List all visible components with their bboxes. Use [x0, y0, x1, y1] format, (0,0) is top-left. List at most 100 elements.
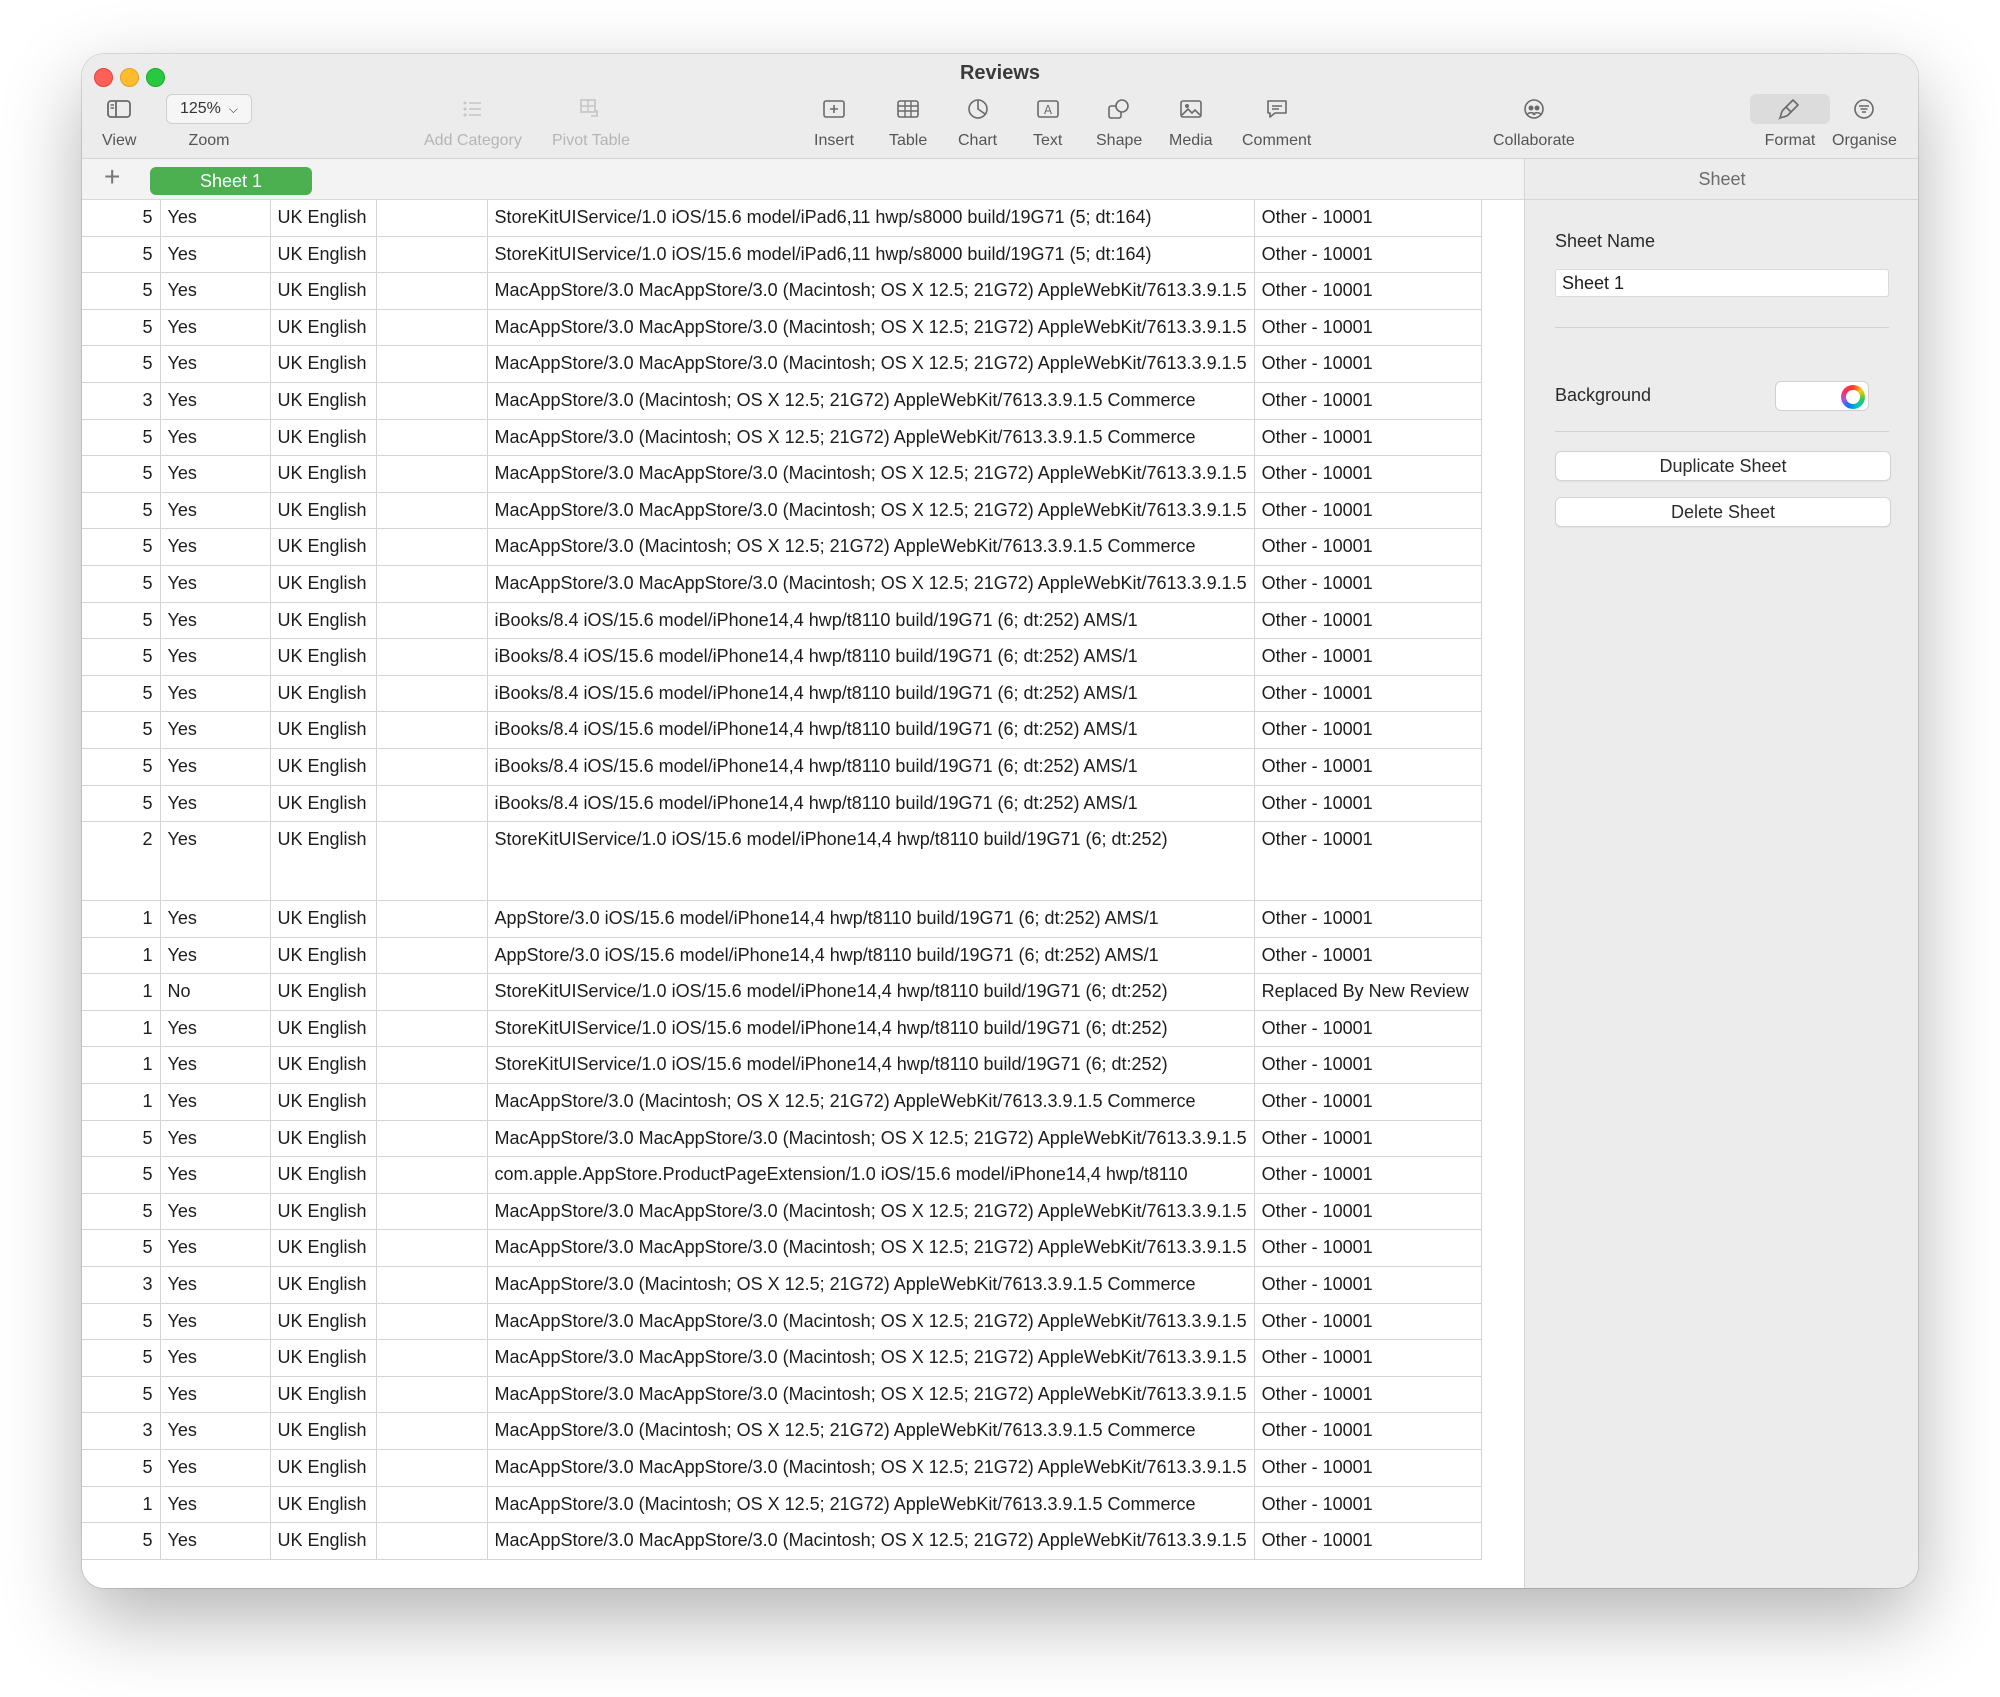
duplicate-sheet-button[interactable]: Duplicate Sheet: [1555, 451, 1891, 481]
cell-language[interactable]: UK English: [270, 602, 377, 640]
cell-rating[interactable]: 5: [82, 675, 161, 713]
cell-empty[interactable]: [376, 1193, 488, 1231]
chart-button[interactable]: Chart: [958, 94, 997, 150]
cell-active[interactable]: Yes: [160, 821, 271, 902]
cell-language[interactable]: UK English: [270, 492, 377, 530]
cell-user-agent[interactable]: MacAppStore/3.0 (Macintosh; OS X 12.5; 2…: [487, 1083, 1255, 1121]
cell-user-agent[interactable]: MacAppStore/3.0 (Macintosh; OS X 12.5; 2…: [487, 382, 1255, 420]
cell-language[interactable]: UK English: [270, 785, 377, 823]
cell-empty[interactable]: [376, 711, 488, 749]
cell-language[interactable]: UK English: [270, 1449, 377, 1487]
cell-status[interactable]: Other - 10001: [1254, 1010, 1482, 1048]
cell-user-agent[interactable]: StoreKitUIService/1.0 iOS/15.6 model/iPh…: [487, 973, 1255, 1011]
cell-rating[interactable]: 3: [82, 382, 161, 420]
cell-active[interactable]: Yes: [160, 309, 271, 347]
cell-rating[interactable]: 5: [82, 455, 161, 493]
add-sheet-button[interactable]: +: [104, 161, 120, 193]
cell-active[interactable]: Yes: [160, 345, 271, 383]
cell-empty[interactable]: [376, 748, 488, 786]
cell-language[interactable]: UK English: [270, 419, 377, 457]
cell-status[interactable]: Other - 10001: [1254, 785, 1482, 823]
text-button[interactable]: A Text: [1033, 94, 1062, 150]
cell-rating[interactable]: 2: [82, 821, 161, 902]
cell-rating[interactable]: 5: [82, 638, 161, 676]
cell-user-agent[interactable]: MacAppStore/3.0 MacAppStore/3.0 (Macinto…: [487, 455, 1255, 493]
cell-user-agent[interactable]: MacAppStore/3.0 (Macintosh; OS X 12.5; 2…: [487, 1412, 1255, 1450]
table-button[interactable]: Table: [889, 94, 927, 150]
cell-status[interactable]: Other - 10001: [1254, 492, 1482, 530]
cell-language[interactable]: UK English: [270, 638, 377, 676]
cell-rating[interactable]: 5: [82, 1229, 161, 1268]
cell-rating[interactable]: 1: [82, 1083, 161, 1121]
cell-empty[interactable]: [376, 1120, 488, 1158]
cell-empty[interactable]: [376, 1266, 488, 1304]
cell-active[interactable]: Yes: [160, 1303, 271, 1341]
cell-rating[interactable]: 5: [82, 785, 161, 823]
cell-rating[interactable]: 1: [82, 973, 161, 1011]
cell-active[interactable]: Yes: [160, 900, 271, 938]
cell-active[interactable]: Yes: [160, 1266, 271, 1304]
cell-empty[interactable]: [376, 382, 488, 420]
cell-user-agent[interactable]: MacAppStore/3.0 MacAppStore/3.0 (Macinto…: [487, 1193, 1255, 1231]
cell-status[interactable]: Other - 10001: [1254, 345, 1482, 383]
cell-active[interactable]: Yes: [160, 638, 271, 676]
cell-language[interactable]: UK English: [270, 711, 377, 749]
cell-language[interactable]: UK English: [270, 748, 377, 786]
cell-empty[interactable]: [376, 821, 488, 902]
cell-status[interactable]: Other - 10001: [1254, 1156, 1482, 1194]
cell-status[interactable]: Other - 10001: [1254, 1449, 1482, 1487]
cell-language[interactable]: UK English: [270, 309, 377, 347]
cell-active[interactable]: Yes: [160, 1083, 271, 1121]
cell-active[interactable]: Yes: [160, 1522, 271, 1560]
cell-status[interactable]: Other - 10001: [1254, 602, 1482, 640]
cell-rating[interactable]: 5: [82, 711, 161, 749]
cell-rating[interactable]: 5: [82, 419, 161, 457]
cell-user-agent[interactable]: iBooks/8.4 iOS/15.6 model/iPhone14,4 hwp…: [487, 638, 1255, 676]
cell-empty[interactable]: [376, 1339, 488, 1377]
cell-status[interactable]: Other - 10001: [1254, 1046, 1482, 1085]
cell-active[interactable]: Yes: [160, 937, 271, 975]
cell-rating[interactable]: 1: [82, 1046, 161, 1085]
cell-status[interactable]: Other - 10001: [1254, 528, 1482, 566]
add-category-button[interactable]: Add Category: [424, 94, 522, 150]
cell-language[interactable]: UK English: [270, 272, 377, 310]
cell-rating[interactable]: 5: [82, 528, 161, 566]
cell-language[interactable]: UK English: [270, 1412, 377, 1450]
cell-rating[interactable]: 5: [82, 1449, 161, 1487]
cell-status[interactable]: Other - 10001: [1254, 937, 1482, 975]
cell-rating[interactable]: 5: [82, 1120, 161, 1158]
cell-empty[interactable]: [376, 973, 488, 1011]
cell-rating[interactable]: 5: [82, 236, 161, 274]
shape-button[interactable]: Shape: [1096, 94, 1142, 150]
cell-rating[interactable]: 1: [82, 900, 161, 938]
cell-active[interactable]: Yes: [160, 419, 271, 457]
cell-status[interactable]: Other - 10001: [1254, 236, 1482, 274]
cell-empty[interactable]: [376, 455, 488, 493]
view-button[interactable]: View: [102, 94, 136, 150]
background-color-well[interactable]: [1775, 381, 1869, 411]
cell-user-agent[interactable]: iBooks/8.4 iOS/15.6 model/iPhone14,4 hwp…: [487, 785, 1255, 823]
cell-user-agent[interactable]: iBooks/8.4 iOS/15.6 model/iPhone14,4 hwp…: [487, 602, 1255, 640]
cell-empty[interactable]: [376, 638, 488, 676]
cell-empty[interactable]: [376, 1083, 488, 1121]
cell-empty[interactable]: [376, 419, 488, 457]
cell-active[interactable]: Yes: [160, 200, 271, 237]
cell-user-agent[interactable]: StoreKitUIService/1.0 iOS/15.6 model/iPa…: [487, 236, 1255, 274]
cell-status[interactable]: Other - 10001: [1254, 1266, 1482, 1304]
cell-empty[interactable]: [376, 1156, 488, 1194]
cell-rating[interactable]: 5: [82, 1339, 161, 1377]
cell-user-agent[interactable]: iBooks/8.4 iOS/15.6 model/iPhone14,4 hwp…: [487, 675, 1255, 713]
cell-language[interactable]: UK English: [270, 1376, 377, 1414]
cell-status[interactable]: Other - 10001: [1254, 638, 1482, 676]
cell-active[interactable]: Yes: [160, 602, 271, 640]
cell-status[interactable]: Other - 10001: [1254, 1412, 1482, 1450]
cell-user-agent[interactable]: MacAppStore/3.0 MacAppStore/3.0 (Macinto…: [487, 492, 1255, 530]
cell-language[interactable]: UK English: [270, 1266, 377, 1304]
cell-empty[interactable]: [376, 528, 488, 566]
cell-language[interactable]: UK English: [270, 565, 377, 603]
cell-user-agent[interactable]: com.apple.AppStore.ProductPageExtension/…: [487, 1156, 1255, 1194]
cell-language[interactable]: UK English: [270, 973, 377, 1011]
cell-language[interactable]: UK English: [270, 1303, 377, 1341]
cell-user-agent[interactable]: iBooks/8.4 iOS/15.6 model/iPhone14,4 hwp…: [487, 711, 1255, 749]
cell-active[interactable]: Yes: [160, 1120, 271, 1158]
